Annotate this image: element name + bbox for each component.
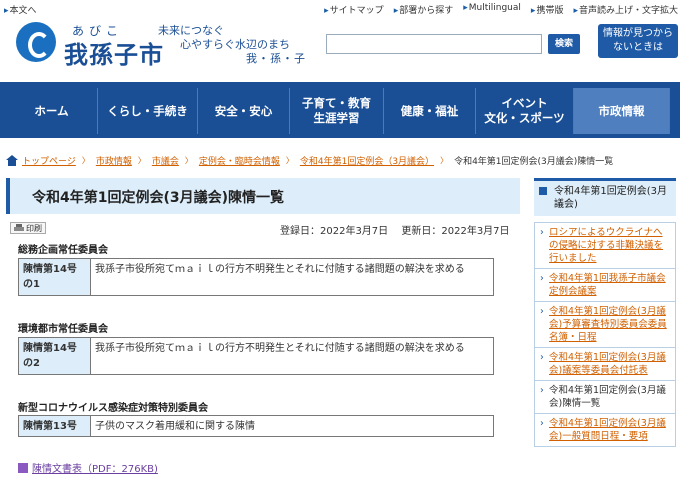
page-dates: 登録日：2022年3月7日 更新日：2022年3月7日	[280, 222, 510, 237]
print-label: 印刷	[26, 223, 42, 233]
petition-number: 陳情第13号	[19, 416, 91, 436]
nav-events[interactable]: イベント 文化・スポーツ	[476, 88, 574, 134]
petition-number: 陳情第14号の1	[19, 259, 91, 295]
side-nav-item[interactable]: 令和4年第1回定例会(3月議会)一般質問日程・要項	[534, 414, 676, 447]
committee-heading: 環境都市常任委員会	[18, 324, 108, 335]
help-button-line-1: 情報が見つから	[603, 28, 673, 39]
side-nav-item[interactable]: ロシアによるウクライナへの侵略に対する非難決議を行いました	[534, 222, 676, 269]
search-button[interactable]: 検索	[548, 34, 580, 54]
breadcrumb-city-info[interactable]: 市政情報	[96, 154, 132, 167]
nav-health-label: 健康・福祉	[400, 103, 459, 118]
nav-childcare[interactable]: 子育て・教育 生涯学習	[290, 88, 384, 134]
search-input[interactable]	[326, 34, 542, 54]
side-nav-heading: 令和4年第1回定例会(3月議会)	[534, 178, 676, 216]
committee-heading: 総務企画常任委員会	[18, 245, 108, 256]
breadcrumb-top[interactable]: トップページ	[22, 154, 76, 167]
department-link[interactable]: 部署から探す	[394, 3, 453, 16]
side-nav-item[interactable]: 令和4年第1回我孫子市議会定例会議案	[534, 269, 676, 302]
chevron-right-icon: 〉	[81, 156, 90, 165]
city-logo-icon[interactable]	[16, 22, 56, 62]
tagline-line-2: 心やすらぐ水辺のまち	[180, 38, 290, 51]
help-button[interactable]: 情報が見つから ないときは	[598, 24, 678, 58]
breadcrumb-current: 令和4年第1回定例会(3月議会)陳情一覧	[454, 157, 614, 167]
petition-row: 陳情第13号 子供のマスク着用緩和に関する陳情	[18, 415, 494, 437]
pdf-link-label: 陳情文書表（PDF：276KB)	[32, 464, 158, 475]
petition-title: 我孫子市役所宛てｍａｉｌの行方不明発生とそれに付随する諸問題の解決を求める	[95, 343, 465, 354]
nav-events-label: イベント 文化・スポーツ	[484, 96, 565, 125]
mobile-link[interactable]: 携帯版	[531, 3, 563, 16]
tagline: 未来につなぐ 心やすらぐ水辺のまち 我・孫・子	[158, 24, 306, 66]
side-nav-list: ロシアによるウクライナへの侵略に対する非難決議を行いました 令和4年第1回我孫子…	[534, 222, 676, 447]
updated-date: 更新日：2022年3月7日	[401, 226, 510, 237]
chevron-right-icon: 〉	[184, 156, 193, 165]
multilingual-link[interactable]: Multilingual	[463, 3, 521, 16]
square-bullet-icon	[539, 187, 547, 195]
nav-home-label: ホーム	[34, 103, 69, 118]
chevron-right-icon: 〉	[285, 156, 294, 165]
utility-links: サイトマップ 部署から探す Multilingual 携帯版 音声読み上げ・文字…	[324, 3, 678, 16]
breadcrumb-sessions[interactable]: 定例会・臨時会情報	[199, 154, 280, 167]
pdf-download-link[interactable]: 陳情文書表（PDF：276KB)	[18, 460, 158, 475]
petition-title: 我孫子市役所宛てｍａｉｌの行方不明発生とそれに付随する諸問題の解決を求める	[95, 264, 465, 275]
nav-home[interactable]: ホーム	[6, 88, 98, 134]
sitemap-link[interactable]: サイトマップ	[324, 3, 384, 16]
pdf-icon	[18, 462, 28, 473]
breadcrumb-session-2022-1[interactable]: 令和4年第1回定例会（3月議会）	[300, 154, 434, 167]
nav-safety[interactable]: 安全・安心	[198, 88, 290, 134]
nav-childcare-label: 子育て・教育 生涯学習	[302, 96, 371, 125]
registered-date: 登録日：2022年3月7日	[280, 226, 389, 237]
nav-safety-label: 安全・安心	[214, 103, 273, 118]
logo-name[interactable]: 我孫子市	[64, 35, 164, 70]
committee-heading: 新型コロナウイルス感染症対策特別委員会	[18, 403, 208, 414]
utility-bar: 本文へ サイトマップ 部署から探す Multilingual 携帯版 音声読み上…	[0, 0, 680, 18]
nav-living-label: くらし・手続き	[107, 103, 188, 118]
site-header: あびこ 我孫子市 未来につなぐ 心やすらぐ水辺のまち 我・孫・子 検索 情報が見…	[0, 18, 680, 82]
help-button-line-2: ないときは	[613, 42, 663, 53]
breadcrumb-council[interactable]: 市議会	[152, 154, 179, 167]
petition-row: 陳情第14号の1 我孫子市役所宛てｍａｉｌの行方不明発生とそれに付随する諸問題の…	[18, 258, 494, 296]
side-nav-item[interactable]: 令和4年第1回定例会(3月議会)予算審査特別委員会委員名簿・日程	[534, 302, 676, 348]
home-icon	[6, 155, 18, 166]
page-title: 令和4年第1回定例会(3月議会)陳情一覧	[32, 190, 285, 206]
side-nav-item-current: 令和4年第1回定例会(3月議会)陳情一覧	[534, 381, 676, 414]
nav-city-info-label: 市政情報	[598, 103, 645, 118]
print-button[interactable]: 印刷	[10, 222, 46, 234]
side-nav-title: 令和4年第1回定例会(3月議会)	[554, 186, 667, 210]
chevron-right-icon: 〉	[137, 156, 146, 165]
skip-to-content-link[interactable]: 本文へ	[4, 3, 37, 16]
side-nav-item[interactable]: 令和4年第1回定例会(3月議会)議案等委員会付託表	[534, 348, 676, 381]
page-title-box: 令和4年第1回定例会(3月議会)陳情一覧	[6, 178, 520, 214]
petition-row: 陳情第14号の2 我孫子市役所宛てｍａｉｌの行方不明発生とそれに付随する諸問題の…	[18, 337, 494, 375]
global-nav: ホーム くらし・手続き 安全・安心 子育て・教育 生涯学習 健康・福祉 イベント…	[0, 82, 680, 138]
nav-health[interactable]: 健康・福祉	[384, 88, 476, 134]
nav-city-info[interactable]: 市政情報	[574, 88, 670, 134]
tagline-line-1: 未来につなぐ	[158, 24, 224, 37]
nav-living[interactable]: くらし・手続き	[98, 88, 198, 134]
printer-icon	[14, 224, 24, 231]
chevron-right-icon: 〉	[440, 156, 449, 165]
petition-title: 子供のマスク着用緩和に関する陳情	[95, 421, 255, 432]
tagline-line-3: 我・孫・子	[246, 52, 306, 65]
petition-number: 陳情第14号の2	[19, 338, 91, 374]
breadcrumb: トップページ 〉 市政情報 〉 市議会 〉 定例会・臨時会情報 〉 令和4年第1…	[6, 154, 676, 167]
accessibility-link[interactable]: 音声読み上げ・文字拡大	[573, 3, 678, 16]
